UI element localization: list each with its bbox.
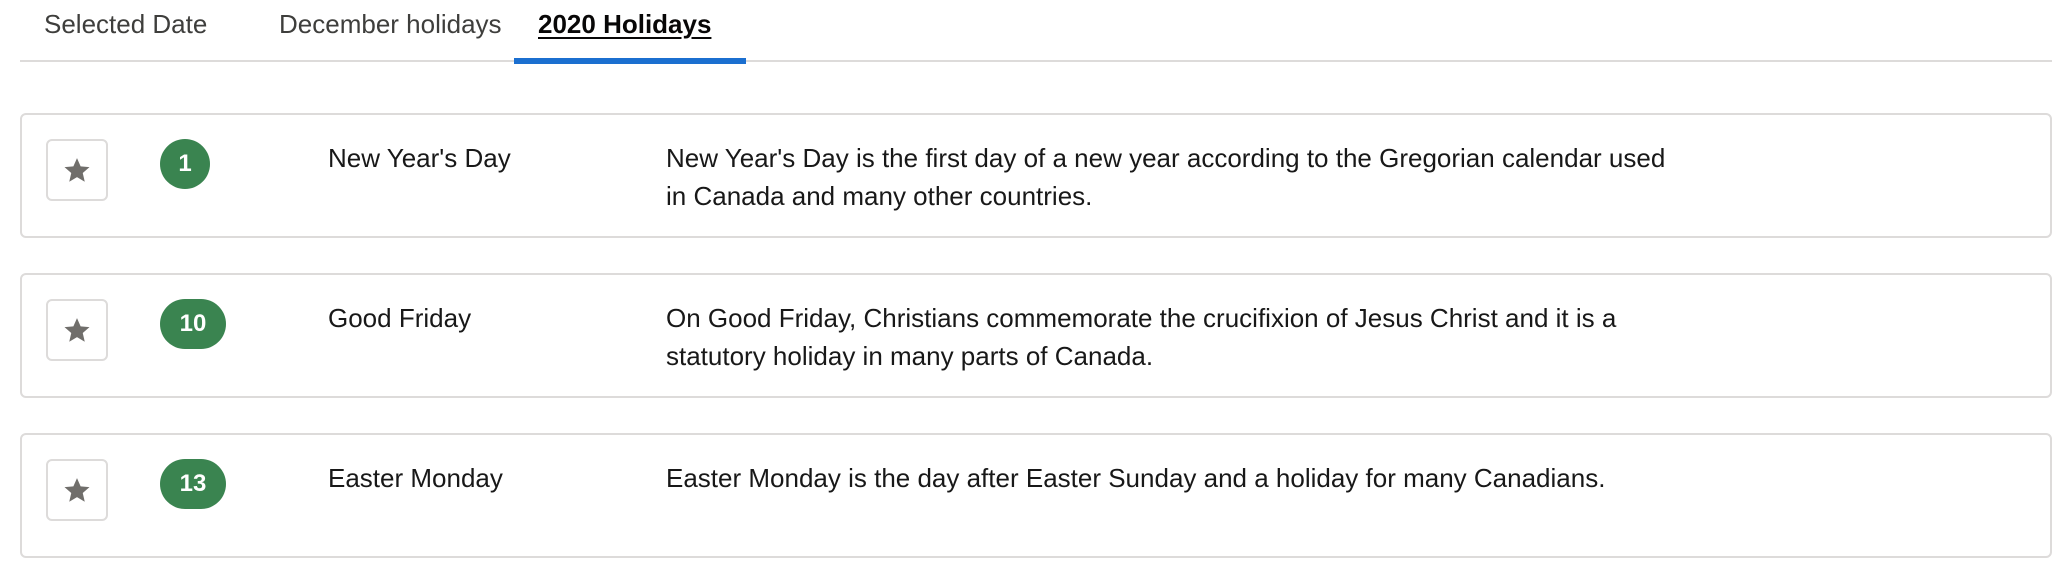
day-badge: 10 [160, 299, 226, 349]
holiday-card: 1 New Year's Day New Year's Day is the f… [20, 113, 2052, 238]
holiday-description: New Year's Day is the first day of a new… [666, 143, 1666, 211]
holiday-name: Good Friday [328, 303, 472, 333]
star-icon [64, 318, 90, 342]
tab-selected-date[interactable]: Selected Date [20, 0, 255, 62]
day-badge: 13 [160, 459, 226, 509]
holiday-name: New Year's Day [328, 143, 511, 173]
favorite-button[interactable] [46, 139, 108, 201]
holiday-description: Easter Monday is the day after Easter Su… [666, 463, 1606, 493]
star-icon [64, 158, 90, 182]
holiday-card: 13 Easter Monday Easter Monday is the da… [20, 433, 2052, 558]
day-badge: 1 [160, 139, 210, 189]
holiday-card: 10 Good Friday On Good Friday, Christian… [20, 273, 2052, 398]
favorite-button[interactable] [46, 459, 108, 521]
tab-december-holidays[interactable]: December holidays [255, 0, 534, 62]
holiday-name: Easter Monday [328, 463, 503, 493]
star-icon [64, 478, 90, 502]
tab-2020-holidays[interactable]: 2020 Holidays [514, 0, 746, 64]
favorite-button[interactable] [46, 299, 108, 361]
holiday-description: On Good Friday, Christians commemorate t… [666, 303, 1617, 371]
tab-bar: Selected Date December holidays 2020 Hol… [20, 0, 2052, 64]
